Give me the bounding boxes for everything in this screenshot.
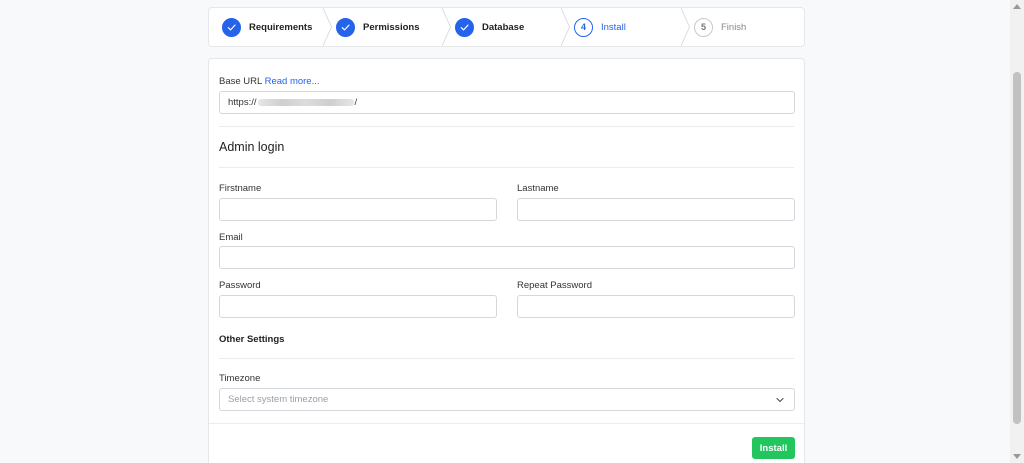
step-number: 4 <box>574 17 593 37</box>
divider <box>219 167 794 168</box>
step-label: Database <box>482 21 525 33</box>
firstname-input[interactable] <box>219 198 497 221</box>
password-input[interactable] <box>219 295 497 318</box>
scroll-down-icon[interactable] <box>1013 454 1021 459</box>
repeat-password-label: Repeat Password <box>517 280 592 291</box>
check-icon <box>336 17 355 37</box>
lastname-label: Lastname <box>517 183 559 194</box>
email-input[interactable] <box>219 246 795 269</box>
check-icon <box>455 17 474 37</box>
base-url-prefix: https:// <box>228 97 257 108</box>
redacted-host <box>257 99 354 106</box>
install-stepper: Requirements Permissions Database 4 Inst… <box>208 7 805 47</box>
divider <box>209 423 804 424</box>
admin-login-title: Admin login <box>219 140 285 154</box>
step-label: Permissions <box>363 21 420 33</box>
install-button[interactable]: Install <box>752 437 795 459</box>
timezone-placeholder: Select system timezone <box>228 394 329 405</box>
install-form-card: Base URL Read more... https:// / Admin l… <box>208 58 805 463</box>
check-icon <box>222 17 241 37</box>
base-url-input[interactable]: https:// / <box>219 91 795 114</box>
other-settings-title: Other Settings <box>219 334 285 345</box>
step-number: 5 <box>694 17 713 37</box>
step-requirements[interactable]: Requirements <box>209 8 332 46</box>
scroll-up-icon[interactable] <box>1013 4 1021 9</box>
step-label: Finish <box>721 21 747 33</box>
page-scrollbar[interactable] <box>1010 0 1024 463</box>
divider <box>219 358 794 359</box>
scrollbar-thumb[interactable] <box>1013 72 1021 424</box>
step-label: Requirements <box>249 21 313 33</box>
step-database[interactable]: Database <box>442 8 570 46</box>
step-install[interactable]: 4 Install <box>561 8 690 46</box>
step-label: Install <box>601 21 626 33</box>
email-label: Email <box>219 232 243 243</box>
timezone-select[interactable]: Select system timezone <box>219 388 795 411</box>
step-finish[interactable]: 5 Finish <box>681 8 804 46</box>
password-label: Password <box>219 280 261 291</box>
lastname-input[interactable] <box>517 198 795 221</box>
base-url-suffix: / <box>354 97 358 108</box>
firstname-label: Firstname <box>219 183 262 194</box>
read-more-link[interactable]: Read more... <box>265 76 320 87</box>
base-url-label: Base URL Read more... <box>219 76 320 87</box>
chevron-down-icon <box>774 394 786 406</box>
divider <box>219 126 794 127</box>
step-permissions[interactable]: Permissions <box>323 8 451 46</box>
timezone-label: Timezone <box>219 373 261 384</box>
repeat-password-input[interactable] <box>517 295 795 318</box>
installer-page: Requirements Permissions Database 4 Inst… <box>0 0 1024 463</box>
